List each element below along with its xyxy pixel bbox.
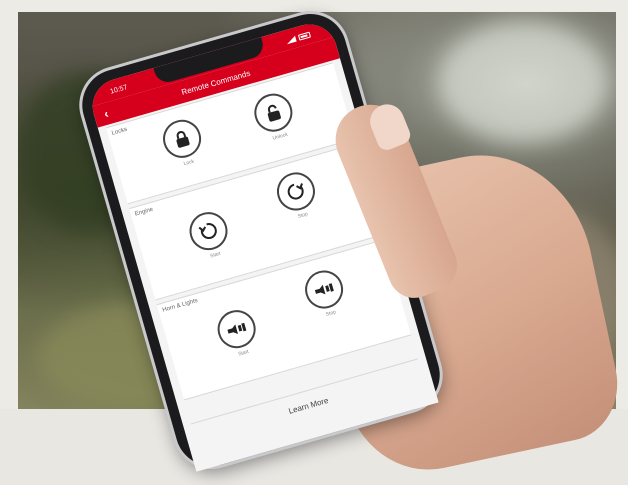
section-label-horn-lights: Horn & Lights (161, 297, 199, 314)
lock-button[interactable] (158, 115, 206, 163)
horn-lights-icon (227, 322, 247, 334)
horn-lights-stop-button[interactable] (300, 266, 348, 314)
unlock-control[interactable]: Unlock (249, 89, 300, 145)
back-chevron-icon[interactable]: ‹ (102, 106, 110, 121)
engine-start-icon (198, 223, 217, 239)
status-time: 10:57 (109, 83, 129, 96)
lock-control[interactable]: Lock (158, 115, 209, 171)
horn-lights-icon (314, 283, 334, 295)
horn-lights-stop-control[interactable]: Stop (300, 266, 351, 322)
engine-stop-icon (287, 183, 304, 200)
engine-stop-control[interactable]: Stop (272, 167, 323, 224)
section-label-engine: Engine (134, 206, 154, 218)
image-frame: 10:57 ‹ Remote Commands Locks Lock Unloc… (0, 0, 628, 485)
battery-icon (297, 31, 312, 41)
lock-closed-icon (176, 131, 190, 148)
section-label-locks: Locks (111, 126, 128, 137)
unlock-button[interactable] (249, 89, 297, 137)
horn-lights-start-control[interactable]: Start (212, 305, 263, 361)
horn-lights-start-button[interactable] (213, 305, 261, 353)
signal-icon (285, 35, 297, 45)
status-icons (285, 31, 312, 45)
engine-start-control[interactable]: Start (184, 207, 235, 263)
sky-highlight (438, 22, 608, 142)
lock-open-icon (267, 104, 281, 122)
engine-start-button[interactable] (185, 207, 233, 255)
engine-stop-button[interactable] (272, 167, 320, 215)
